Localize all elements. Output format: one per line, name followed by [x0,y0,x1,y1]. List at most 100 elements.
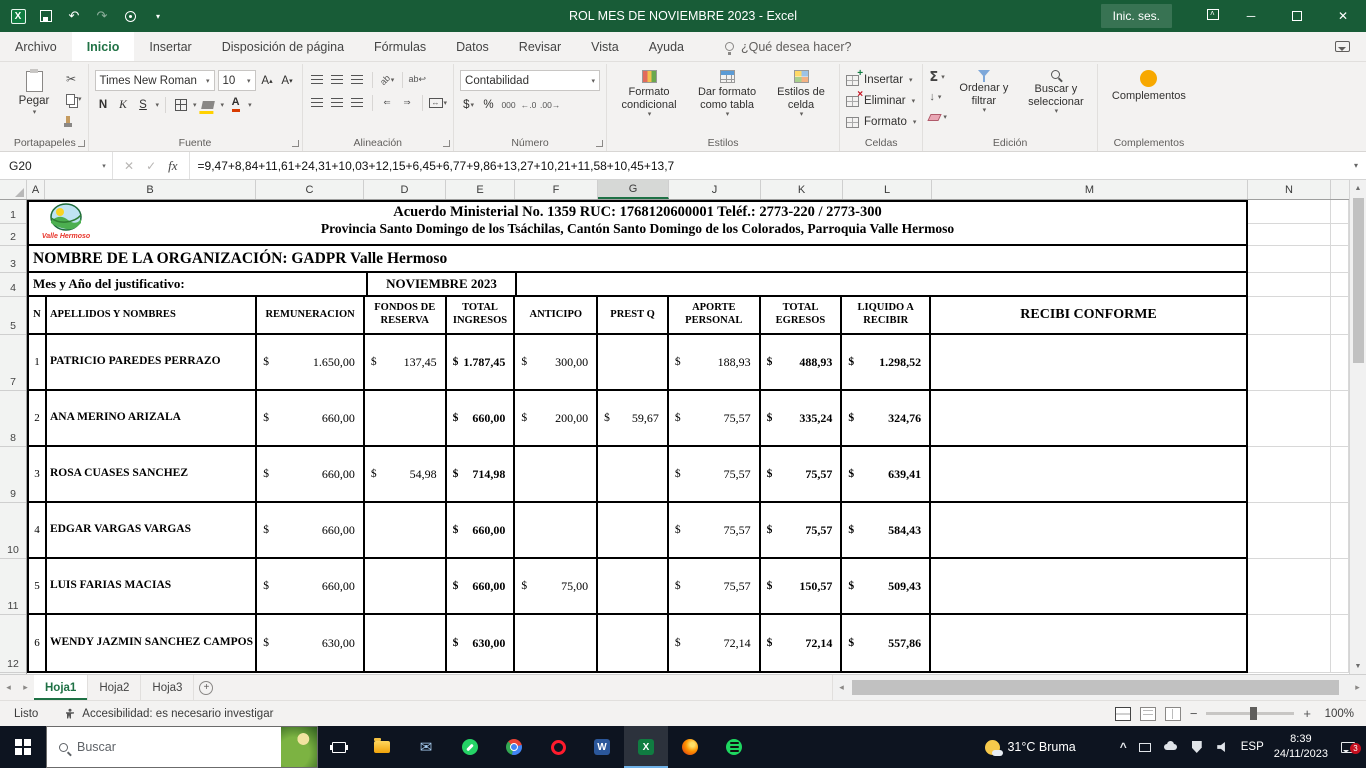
expand-formula-bar-button[interactable]: ▾ [1346,152,1366,179]
ribbon-display-options-button[interactable] [1198,9,1228,23]
cell-prest[interactable] [598,615,669,671]
cell-n[interactable]: 4 [29,503,47,557]
task-view-button[interactable] [318,726,360,768]
cell-recibi[interactable] [931,447,1246,501]
conditional-format-button[interactable]: Formato condicional ▾ [613,66,685,134]
normal-view-button[interactable] [1114,706,1131,721]
cell-n[interactable]: 6 [29,615,47,671]
wrap-text-button[interactable]: ab↩ [409,70,427,89]
row-header-7[interactable]: 7 [0,335,26,391]
tab-archivo[interactable]: Archivo [0,32,72,61]
cell-ingresos[interactable]: $660,00 [447,503,516,557]
paste-button[interactable]: Pegar ▾ [8,66,60,134]
document-header[interactable]: Valle Hermoso Acuerdo Ministerial No. 13… [29,202,1246,246]
cell-prest[interactable] [598,447,669,501]
cell-liquido[interactable]: $1.298,52 [842,335,932,389]
align-bottom-button[interactable] [349,70,366,89]
delete-cells-button[interactable]: Eliminar▾ [846,89,916,111]
cell-remuneracion[interactable]: $630,00 [257,615,365,671]
scroll-left-button[interactable]: ◂ [833,682,850,693]
align-top-button[interactable] [309,70,326,89]
table-header-apellidos-y-nombres[interactable]: APELLIDOS Y NOMBRES [47,297,258,333]
cell-recibi[interactable] [931,615,1246,671]
grid-cell[interactable] [1248,246,1331,273]
cell-remuneracion[interactable]: $660,00 [257,447,365,501]
font-color-button[interactable]: A [227,95,244,114]
cell-remuneracion[interactable]: $660,00 [257,503,365,557]
table-header-fondos-de-reserva[interactable]: FONDOS DE RESERVA [365,297,447,333]
cell-ingresos[interactable]: $630,00 [447,615,516,671]
cell-aporte[interactable]: $75,57 [669,559,761,613]
cell-anticipo[interactable]: $75,00 [515,559,599,613]
grid-cell[interactable] [1248,335,1331,391]
page-layout-view-button[interactable] [1139,706,1156,721]
cell-egresos[interactable]: $72,14 [761,615,843,671]
period-label-cell[interactable]: Mes y Año del justificativo: [29,276,185,292]
cell-anticipo[interactable] [515,447,599,501]
column-header-j[interactable]: J [669,180,761,199]
tab-ayuda[interactable]: Ayuda [634,32,699,61]
page-break-view-button[interactable] [1164,706,1181,721]
format-as-table-button[interactable]: Dar formato como tabla ▾ [691,66,763,134]
cell-liquido[interactable]: $584,43 [842,503,932,557]
vertical-scrollbar[interactable]: ▲ ▼ [1349,180,1366,674]
cell-liquido[interactable]: $324,76 [842,391,932,445]
taskbar-app-excel[interactable] [624,726,668,768]
onedrive-tray-button[interactable] [1163,739,1179,755]
volume-tray-button[interactable] [1215,739,1231,755]
font-name-select[interactable]: Times New Roman ▾ [94,70,215,91]
horizontal-scroll-thumb[interactable] [852,680,1339,695]
tab-inicio[interactable]: Inicio [71,32,135,61]
table-header-total-egresos[interactable]: TOTAL EGRESOS [761,297,843,333]
cell-anticipo[interactable] [515,503,599,557]
scroll-down-button[interactable]: ▼ [1350,658,1366,674]
monitor-tray-button[interactable] [1137,739,1153,755]
customize-qat-button[interactable]: ▾ [150,8,166,24]
cell-egresos[interactable]: $150,57 [761,559,843,613]
cell-prest[interactable] [598,503,669,557]
grid-cell[interactable] [1248,273,1331,297]
clock[interactable]: 8:39 24/11/2023 [1274,732,1328,762]
cell-recibi[interactable] [931,503,1246,557]
column-header-b[interactable]: B [45,180,256,199]
tab-formulas[interactable]: Fórmulas [359,32,441,61]
cell-fondos[interactable] [365,391,447,445]
zoom-out-button[interactable]: − [1190,706,1198,721]
row-header-11[interactable]: 11 [0,559,26,615]
find-select-button[interactable]: Buscar y seleccionar ▾ [1021,66,1091,134]
taskbar-app-chrome[interactable] [492,726,536,768]
number-format-select[interactable]: Contabilidad ▾ [460,70,601,91]
cell-egresos[interactable]: $488,93 [761,335,843,389]
number-dialog-launcher[interactable] [596,140,604,147]
copy-button[interactable]: ▾ [66,91,82,107]
table-header-recibi-conforme[interactable]: RECIBI CONFORME [931,297,1246,333]
cell-prest[interactable]: $59,67 [598,391,669,445]
period-row[interactable]: Mes y Año del justificativo: NOVIEMBRE 2… [29,273,1246,297]
zoom-slider[interactable] [1206,707,1295,720]
grid-cell[interactable] [1331,246,1349,273]
cell-prest[interactable] [598,559,669,613]
grid-cell[interactable] [1331,200,1349,224]
align-left-button[interactable] [309,93,326,112]
font-dialog-launcher[interactable] [291,140,299,147]
insert-cells-button[interactable]: Insertar▾ [846,68,916,90]
cell-name[interactable]: ANA MERINO ARIZALA [47,391,258,445]
row-header-9[interactable]: 9 [0,447,26,503]
cell-aporte[interactable]: $75,57 [669,391,761,445]
column-header-f[interactable]: F [515,180,598,199]
accounting-format-button[interactable]: $ ▾ [460,95,477,114]
align-center-button[interactable] [329,93,346,112]
new-sheet-button[interactable]: + [194,675,218,700]
scroll-right-button[interactable]: ▸ [1349,682,1366,693]
cell-n[interactable]: 5 [29,559,47,613]
close-button[interactable]: ✕ [1320,0,1366,32]
cell-ingresos[interactable]: $660,00 [447,391,516,445]
scroll-up-button[interactable]: ▲ [1350,180,1366,196]
grid-cell[interactable] [1248,224,1331,246]
grid-cell[interactable] [1331,615,1349,673]
cell-recibi[interactable] [931,335,1246,389]
align-middle-button[interactable] [329,70,346,89]
cell-name[interactable]: ROSA CUASES SANCHEZ [47,447,258,501]
taskbar-app-mail[interactable]: ✉ [404,726,448,768]
touch-mode-button[interactable] [122,8,138,24]
